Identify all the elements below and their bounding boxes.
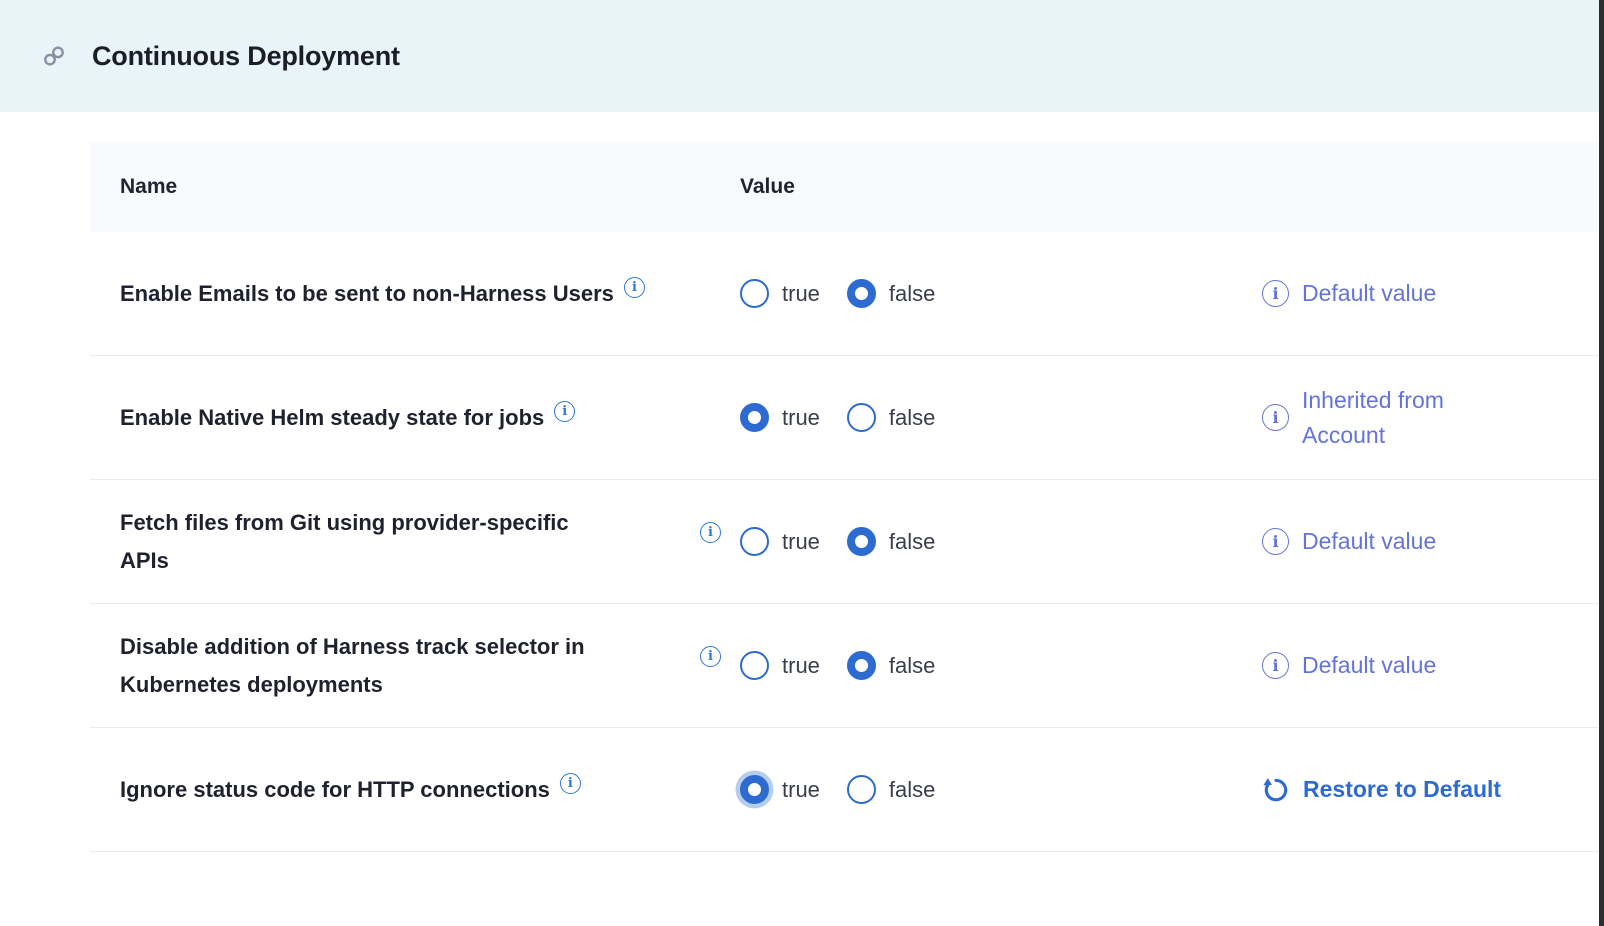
setting-value-cell: i true false: [700, 279, 1262, 308]
info-icon[interactable]: i: [554, 401, 575, 422]
column-header-name: Name: [90, 175, 700, 199]
value-info-slot: i: [700, 655, 740, 676]
setting-label: Enable Native Helm steady state for jobs: [120, 405, 544, 430]
radio-false-label: false: [889, 405, 935, 431]
status-label: Default value: [1302, 648, 1436, 683]
column-header-value: Value: [700, 175, 1262, 199]
window-right-edge: [1599, 0, 1604, 926]
table-header: Name Value: [90, 142, 1598, 232]
status-label[interactable]: Restore to Default: [1303, 772, 1501, 807]
page-title: Continuous Deployment: [92, 41, 400, 72]
info-icon[interactable]: i: [1262, 652, 1289, 679]
setting-status-cell: i Inherited from Account: [1262, 383, 1598, 453]
radio-option-true[interactable]: true: [740, 651, 820, 680]
setting-label: Disable addition of Harness track select…: [120, 634, 585, 697]
radio-false-label: false: [889, 529, 935, 555]
section-header: Continuous Deployment: [0, 0, 1604, 112]
info-icon[interactable]: i: [560, 773, 581, 794]
radio-option-true[interactable]: true: [740, 775, 820, 804]
setting-value-cell: i true false: [700, 775, 1262, 804]
table-row: Fetch files from Git using provider-spec…: [90, 480, 1598, 604]
setting-label: Enable Emails to be sent to non-Harness …: [120, 281, 614, 306]
setting-name-cell: Ignore status code for HTTP connections i: [90, 771, 700, 809]
radio-true-circle[interactable]: [740, 651, 769, 680]
setting-value-cell: i true false: [700, 527, 1262, 556]
radio-false-circle[interactable]: [847, 651, 876, 680]
setting-value-cell: i true false: [700, 651, 1262, 680]
radio-true-label: true: [782, 777, 820, 803]
radio-false-circle[interactable]: [847, 775, 876, 804]
table-row: Disable addition of Harness track select…: [90, 604, 1598, 728]
setting-name-cell: Fetch files from Git using provider-spec…: [90, 504, 700, 580]
radio-option-true[interactable]: true: [740, 527, 820, 556]
settings-table: Name Value Enable Emails to be sent to n…: [90, 142, 1598, 852]
table-row: Ignore status code for HTTP connections i…: [90, 728, 1598, 852]
radio-true-circle[interactable]: [740, 775, 769, 804]
setting-status-cell[interactable]: i Restore to Default: [1262, 772, 1598, 807]
value-info-slot: i: [700, 531, 740, 552]
setting-status-cell: i Default value: [1262, 524, 1598, 559]
table-row: Enable Native Helm steady state for jobs…: [90, 356, 1598, 480]
info-icon[interactable]: i: [1262, 528, 1289, 555]
info-icon[interactable]: i: [1262, 280, 1289, 307]
radio-true-circle[interactable]: [740, 527, 769, 556]
setting-name-cell: Enable Native Helm steady state for jobs…: [90, 399, 700, 437]
radio-true-circle[interactable]: [740, 403, 769, 432]
radio-option-false[interactable]: false: [847, 651, 935, 680]
radio-option-false[interactable]: false: [847, 279, 935, 308]
radio-false-circle[interactable]: [847, 527, 876, 556]
radio-true-label: true: [782, 405, 820, 431]
status-label: Default value: [1302, 524, 1436, 559]
radio-true-circle[interactable]: [740, 279, 769, 308]
restore-icon[interactable]: [1262, 776, 1290, 804]
radio-false-label: false: [889, 653, 935, 679]
radio-option-false[interactable]: false: [847, 403, 935, 432]
status-label: Default value: [1302, 276, 1436, 311]
radio-false-circle[interactable]: [847, 403, 876, 432]
info-icon[interactable]: i: [624, 277, 645, 298]
radio-false-label: false: [889, 777, 935, 803]
setting-status-cell: i Default value: [1262, 276, 1598, 311]
setting-value-cell: i true false: [700, 403, 1262, 432]
info-icon[interactable]: i: [700, 646, 721, 667]
radio-false-label: false: [889, 281, 935, 307]
radio-option-false[interactable]: false: [847, 775, 935, 804]
table-row: Enable Emails to be sent to non-Harness …: [90, 232, 1598, 356]
info-icon[interactable]: i: [1262, 404, 1289, 431]
setting-status-cell: i Default value: [1262, 648, 1598, 683]
info-icon[interactable]: i: [700, 522, 721, 543]
radio-true-label: true: [782, 653, 820, 679]
status-label: Inherited from Account: [1302, 383, 1444, 453]
setting-label: Fetch files from Git using provider-spec…: [120, 510, 569, 573]
radio-true-label: true: [782, 529, 820, 555]
radio-option-true[interactable]: true: [740, 403, 820, 432]
setting-name-cell: Enable Emails to be sent to non-Harness …: [90, 275, 700, 313]
radio-true-label: true: [782, 281, 820, 307]
setting-label: Ignore status code for HTTP connections: [120, 777, 550, 802]
link-icon[interactable]: [42, 44, 66, 68]
radio-option-false[interactable]: false: [847, 527, 935, 556]
setting-name-cell: Disable addition of Harness track select…: [90, 628, 700, 704]
radio-option-true[interactable]: true: [740, 279, 820, 308]
radio-false-circle[interactable]: [847, 279, 876, 308]
table-body: Enable Emails to be sent to non-Harness …: [90, 232, 1598, 852]
